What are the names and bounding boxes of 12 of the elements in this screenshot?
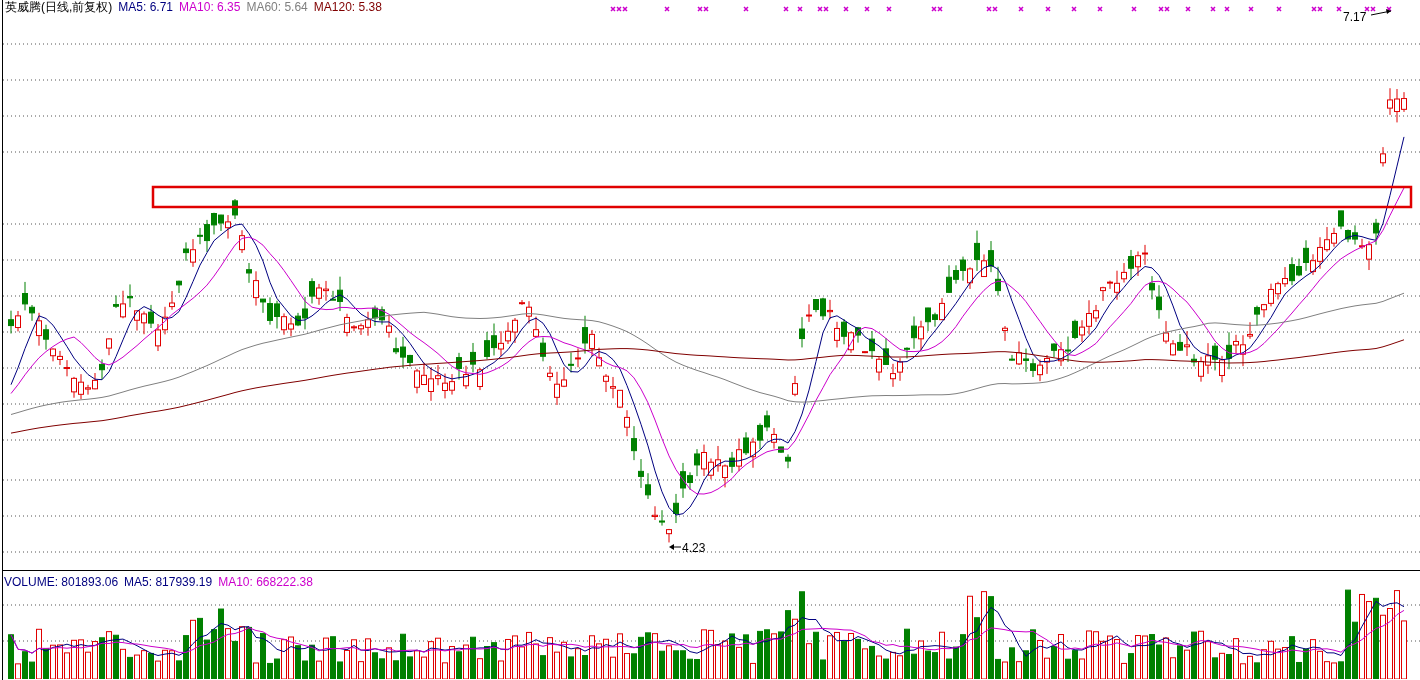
high-price-label: 7.17 bbox=[1343, 10, 1367, 24]
ma-reading: MA10: 6.35 bbox=[179, 0, 241, 14]
volume-reading: MA5: 817939.19 bbox=[124, 575, 213, 589]
pointer-arrow bbox=[1370, 9, 1392, 16]
ma-reading: MA5: 6.71 bbox=[118, 0, 174, 14]
volume-reading: MA10: 668222.38 bbox=[218, 575, 313, 589]
chart-title: 英威腾(日线,前复权) bbox=[5, 0, 113, 14]
pointer-arrow bbox=[669, 544, 682, 550]
low-price-label: 4.23 bbox=[682, 541, 706, 555]
ma-reading: MA120: 5.38 bbox=[313, 0, 382, 14]
volume-reading: VOLUME: 801893.06 bbox=[4, 575, 119, 589]
ma-reading: MA60: 5.64 bbox=[246, 0, 308, 14]
